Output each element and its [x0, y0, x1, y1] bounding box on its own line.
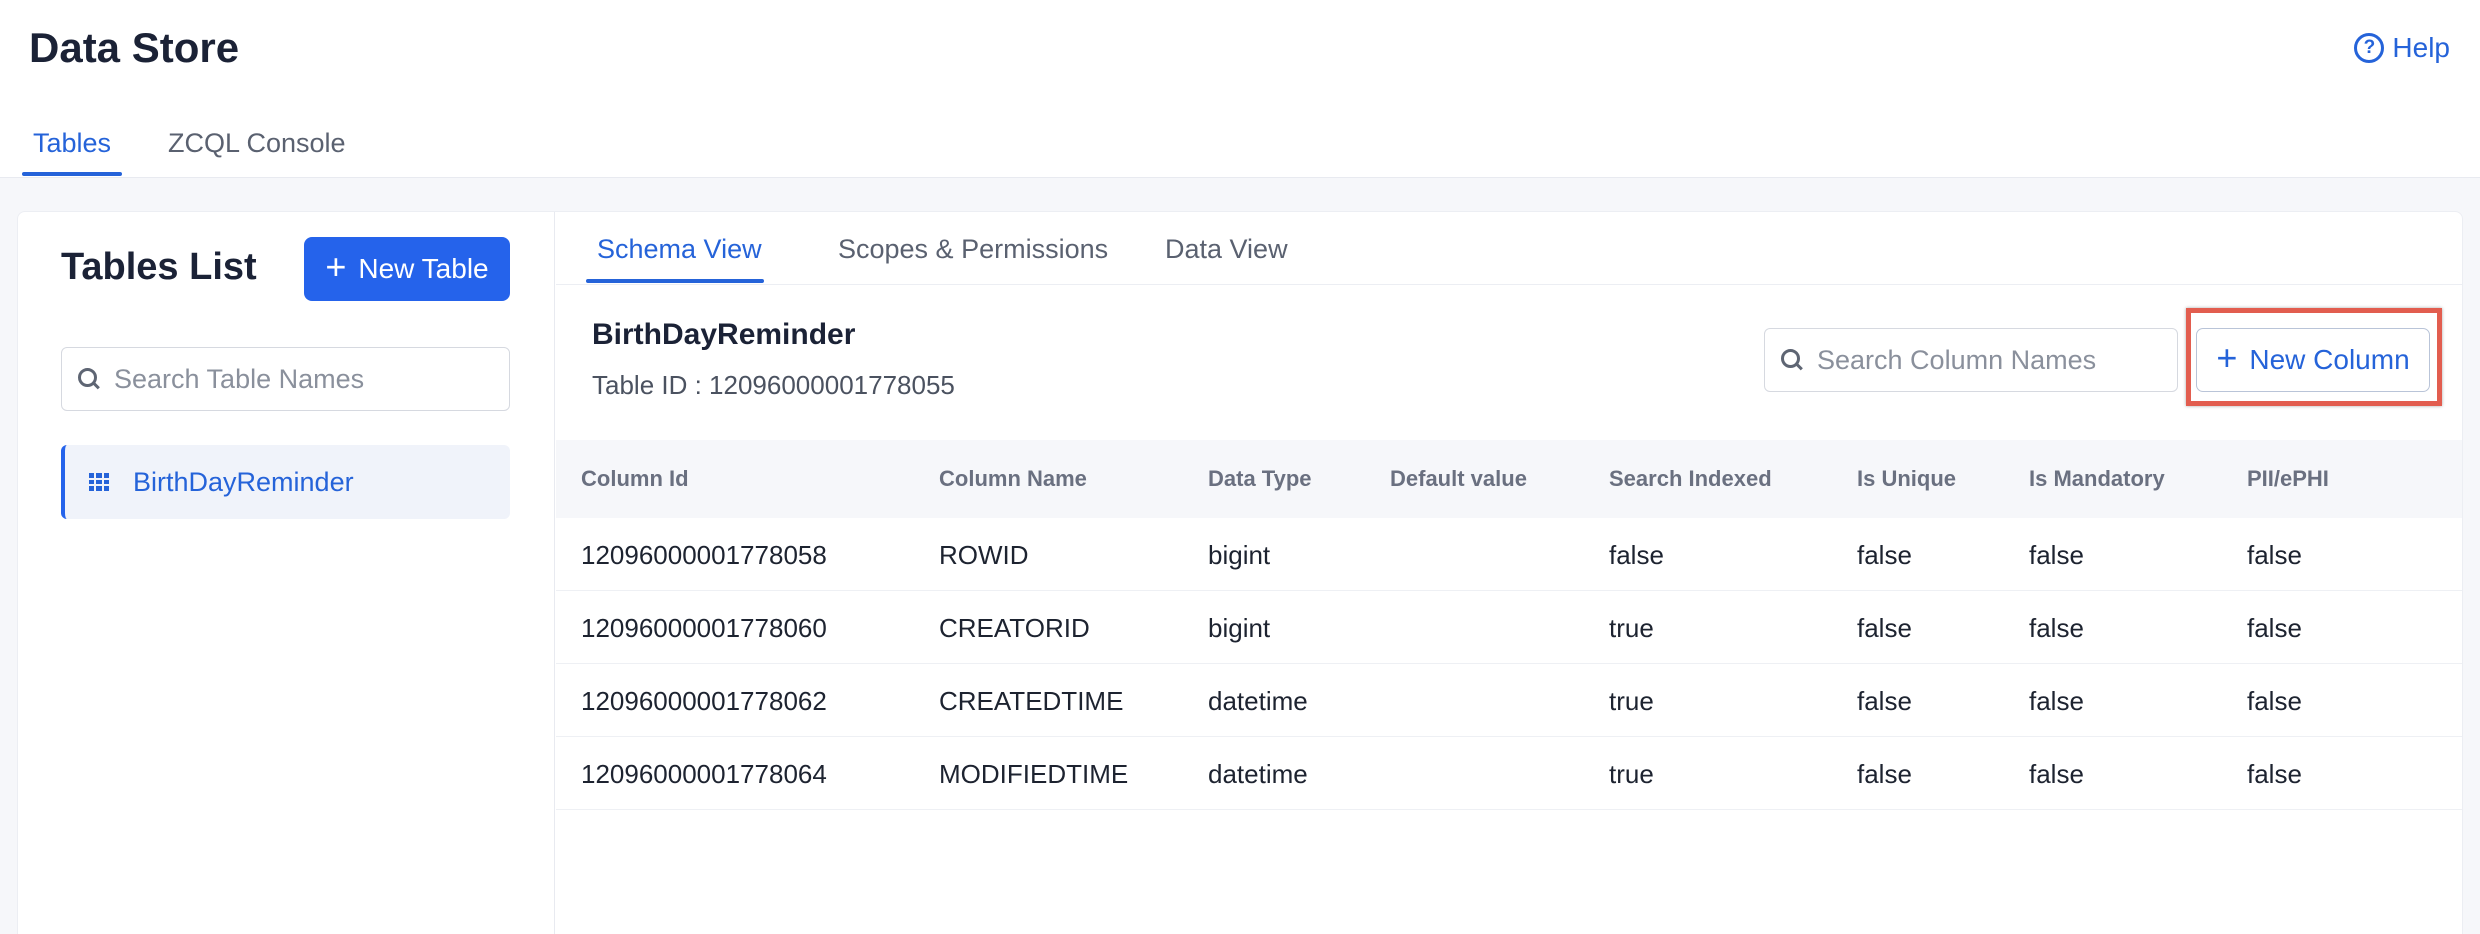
column-header: Default value	[1390, 466, 1527, 491]
help-label: Help	[2392, 32, 2450, 63]
cell-data-type: bigint	[1208, 613, 1271, 643]
tab-scopes-permissions[interactable]: Scopes & Permissions	[838, 234, 1108, 265]
plus-icon: +	[325, 246, 347, 287]
top-bar: Data Store ? Help Tables ZCQL Console	[0, 0, 2480, 178]
sidebar-item-label: BirthDayReminder	[133, 466, 354, 497]
column-header: Data Type	[1208, 466, 1312, 491]
cell-is-unique: false	[1857, 759, 1912, 789]
cell-is-unique: false	[1857, 686, 1912, 716]
active-subtab-indicator	[586, 279, 764, 283]
data-store-card: Tables List + New Table BirthDayReminder…	[17, 211, 2463, 934]
active-tab-indicator	[22, 172, 122, 176]
tables-list-title: Tables List	[61, 246, 257, 288]
column-header: Column Name	[939, 466, 1087, 491]
new-column-button[interactable]: + New Column	[2196, 328, 2430, 392]
cell-is-mandatory: false	[2029, 759, 2084, 789]
cell-pii-ephi: false	[2247, 759, 2302, 789]
new-table-button[interactable]: + New Table	[304, 237, 510, 301]
cell-is-mandatory: false	[2029, 686, 2084, 716]
table-name-heading: BirthDayReminder	[592, 318, 856, 351]
cell-data-type: datetime	[1208, 759, 1308, 789]
plus-icon: +	[2216, 337, 2238, 378]
column-header: Is Mandatory	[2029, 466, 2165, 491]
table-id-text: Table ID : 12096000001778055	[592, 370, 955, 400]
search-icon	[1781, 349, 1803, 371]
tab-zcql-console[interactable]: ZCQL Console	[168, 128, 346, 159]
column-header: Search Indexed	[1609, 466, 1772, 491]
table-row[interactable]: 12096000001778060 CREATORID bigint true …	[556, 591, 2462, 664]
tables-sidebar: Tables List + New Table BirthDayReminder	[18, 212, 555, 934]
column-search-input[interactable]	[1817, 344, 2177, 376]
table-search-box	[61, 347, 510, 411]
cell-data-type: bigint	[1208, 540, 1271, 570]
tab-tables[interactable]: Tables	[33, 128, 111, 159]
table-grid-icon	[89, 473, 109, 491]
divider	[556, 284, 2462, 285]
new-column-label: New Column	[2249, 344, 2410, 375]
table-row[interactable]: 12096000001778062 CREATEDTIME datetime t…	[556, 664, 2462, 737]
cell-is-mandatory: false	[2029, 540, 2084, 570]
column-header: Is Unique	[1857, 466, 1957, 491]
cell-column-id: 12096000001778060	[581, 613, 827, 643]
cell-column-id: 12096000001778062	[581, 686, 827, 716]
search-icon	[78, 368, 100, 390]
cell-search-indexed: true	[1609, 613, 1654, 643]
table-row[interactable]: 12096000001778058 ROWID bigint false fal…	[556, 518, 2462, 591]
sidebar-item-birthdayreminder[interactable]: BirthDayReminder	[61, 445, 510, 519]
cell-is-unique: false	[1857, 613, 1912, 643]
table-row[interactable]: 12096000001778064 MODIFIEDTIME datetime …	[556, 737, 2462, 810]
column-search-box	[1764, 328, 2178, 392]
tab-schema-view[interactable]: Schema View	[597, 234, 762, 265]
cell-pii-ephi: false	[2247, 540, 2302, 570]
cell-is-mandatory: false	[2029, 613, 2084, 643]
column-header: PII/ePHI	[2247, 466, 2329, 491]
cell-data-type: datetime	[1208, 686, 1308, 716]
help-link[interactable]: ? Help	[2354, 32, 2450, 64]
cell-column-name: CREATEDTIME	[939, 686, 1124, 716]
new-table-label: New Table	[358, 253, 489, 284]
tab-data-view[interactable]: Data View	[1165, 234, 1288, 265]
cell-pii-ephi: false	[2247, 686, 2302, 716]
cell-search-indexed: false	[1609, 540, 1664, 570]
schema-content: Schema View Scopes & Permissions Data Vi…	[556, 212, 2462, 934]
cell-pii-ephi: false	[2247, 613, 2302, 643]
schema-table-header: Column Id Column Name Data Type Default …	[556, 440, 2462, 518]
cell-column-name: ROWID	[939, 540, 1029, 570]
cell-search-indexed: true	[1609, 686, 1654, 716]
cell-column-name: MODIFIEDTIME	[939, 759, 1129, 789]
page-title: Data Store	[29, 24, 240, 71]
cell-search-indexed: true	[1609, 759, 1654, 789]
column-header: Column Id	[581, 466, 689, 491]
cell-column-id: 12096000001778058	[581, 540, 827, 570]
cell-column-name: CREATORID	[939, 613, 1090, 643]
cell-column-id: 12096000001778064	[581, 759, 827, 789]
question-circle-icon: ?	[2354, 33, 2385, 63]
table-search-input[interactable]	[114, 363, 509, 395]
cell-is-unique: false	[1857, 540, 1912, 570]
